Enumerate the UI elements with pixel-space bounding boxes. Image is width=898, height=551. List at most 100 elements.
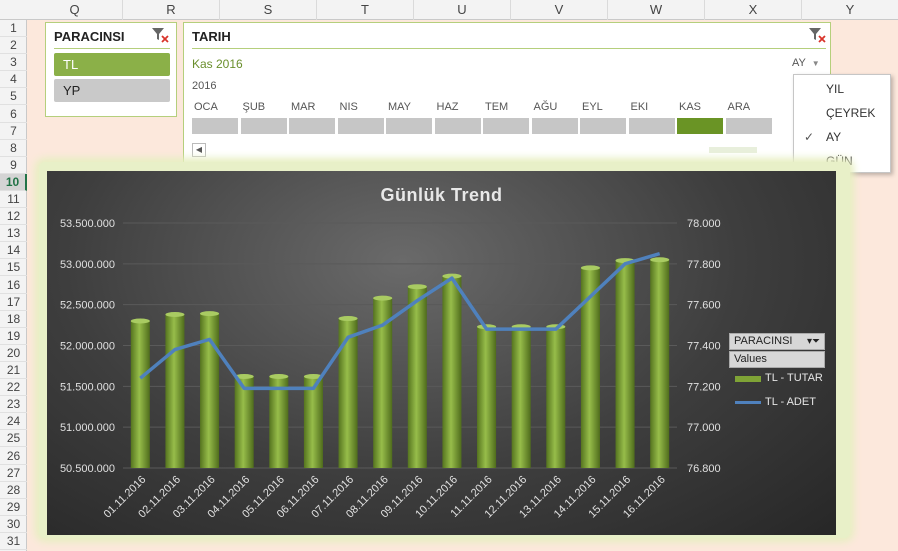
row-header-3[interactable]: 3 <box>0 54 27 72</box>
timeline-month-bar[interactable] <box>483 118 530 134</box>
column-header-r[interactable]: R <box>123 0 220 20</box>
row-header-29[interactable]: 29 <box>0 499 27 516</box>
bar <box>511 326 531 468</box>
row-header-18[interactable]: 18 <box>0 311 27 328</box>
legend-field-label: PARACINSI <box>734 335 793 347</box>
chart-title: Günlük Trend <box>380 185 503 205</box>
worksheet[interactable]: PARACINSI TL YP TARIH Kas 2016 AY ▼ 2016… <box>27 20 898 551</box>
clear-filter-icon[interactable] <box>150 26 170 44</box>
column-header-t[interactable]: T <box>317 0 414 20</box>
timeline-month-bar[interactable] <box>531 118 579 134</box>
row-header-14[interactable]: 14 <box>0 242 27 260</box>
row-header-17[interactable]: 17 <box>0 294 27 311</box>
timeline-month-bar[interactable] <box>434 118 482 134</box>
timeline-month-bar[interactable] <box>289 118 336 134</box>
slicer-divider <box>54 48 170 49</box>
timeline-month-label: ARA <box>727 101 751 113</box>
row-header-28[interactable]: 28 <box>0 482 27 499</box>
timeline-year-label: 2016 <box>192 80 217 92</box>
legend-field-button[interactable]: PARACINSI ▾⏷ <box>729 333 825 350</box>
timeline-month-bar[interactable] <box>192 118 239 134</box>
timeline-month-bar[interactable] <box>725 118 773 134</box>
legend-values-button[interactable]: Values <box>729 351 825 368</box>
row-header-30[interactable]: 30 <box>0 516 27 533</box>
row-header-10[interactable]: 10 <box>0 173 27 191</box>
scroll-left-icon[interactable]: ◀ <box>192 143 206 157</box>
row-header-9[interactable]: 9 <box>0 157 27 174</box>
row-header-5[interactable]: 5 <box>0 88 27 106</box>
clear-filter-icon[interactable] <box>807 26 827 44</box>
row-header-26[interactable]: 26 <box>0 448 27 465</box>
dropdown-item-ceyrek[interactable]: ÇEYREK <box>794 101 890 125</box>
dropdown-item-ay[interactable]: ✓ AY <box>794 125 890 149</box>
bar <box>477 326 497 468</box>
bar-top <box>130 318 150 324</box>
row-header-22[interactable]: 22 <box>0 379 27 397</box>
column-header-x[interactable]: X <box>705 0 802 20</box>
dropdown-item-yil[interactable]: YIL <box>794 77 890 101</box>
y-left-tick-label: 53.000.000 <box>60 259 115 271</box>
dropdown-item-label: YIL <box>826 82 845 96</box>
column-header-u[interactable]: U <box>414 0 511 20</box>
column-header-y[interactable]: Y <box>802 0 898 20</box>
row-header-2[interactable]: 2 <box>0 37 27 55</box>
row-header-23[interactable]: 23 <box>0 396 27 414</box>
y-right-tick-label: 78.000 <box>687 218 721 230</box>
paracinsi-slicer[interactable]: PARACINSI TL YP <box>45 22 177 117</box>
row-header-19[interactable]: 19 <box>0 328 27 345</box>
column-header-q[interactable]: Q <box>27 0 123 20</box>
bar <box>546 326 566 468</box>
dropdown-item-label: AY <box>826 130 842 144</box>
bar <box>407 286 427 468</box>
y-left-tick-label: 51.000.000 <box>60 422 115 434</box>
row-header-7[interactable]: 7 <box>0 123 27 140</box>
y-left-tick-label: 53.500.000 <box>60 218 115 230</box>
row-header-13[interactable]: 13 <box>0 225 27 243</box>
row-header-15[interactable]: 15 <box>0 259 27 277</box>
row-header-27[interactable]: 27 <box>0 465 27 482</box>
y-left-tick-label: 50.500.000 <box>60 463 115 475</box>
tarih-timeline[interactable]: TARIH Kas 2016 AY ▼ 2016 OCA ŞUB MAR NIS MAY… <box>183 22 831 165</box>
bar-top <box>407 284 427 290</box>
y-right-tick-label: 77.800 <box>687 259 721 271</box>
legend-label-tutar: TL - TUTAR <box>765 372 823 384</box>
timeline-month-label: EYL <box>582 101 603 113</box>
y-left-tick-label: 52.000.000 <box>60 341 115 353</box>
timeline-month-bar[interactable] <box>337 118 385 134</box>
timeline-scrollbar-thumb[interactable] <box>709 147 757 153</box>
row-header-4[interactable]: 4 <box>0 71 27 89</box>
time-level-dropdown[interactable]: YIL ÇEYREK ✓ AY GÜN <box>793 74 891 173</box>
gunluk-trend-chart[interactable]: 50.500.000 51.000.000 51.500.000 52.000.000… <box>47 171 836 535</box>
row-header-1[interactable]: 1 <box>0 20 27 38</box>
timeline-month-label: MAR <box>291 101 316 113</box>
y-left-tick-label: 51.500.000 <box>60 381 115 393</box>
timeline-month-bar[interactable] <box>240 118 288 134</box>
row-header-16[interactable]: 16 <box>0 277 27 294</box>
timeline-month-label: HAZ <box>436 101 459 113</box>
timeline-month-bar[interactable] <box>386 118 433 134</box>
slicer-item-yp[interactable]: YP <box>54 79 170 102</box>
row-header-12[interactable]: 12 <box>0 208 27 226</box>
row-header-31[interactable]: 31 <box>0 533 27 551</box>
timeline-month-bar[interactable] <box>628 118 676 134</box>
bar <box>269 376 289 468</box>
row-header-6[interactable]: 6 <box>0 106 27 123</box>
row-header-20[interactable]: 20 <box>0 345 27 362</box>
slicer-item-tl[interactable]: TL <box>54 53 170 76</box>
row-header-21[interactable]: 21 <box>0 362 27 380</box>
column-header-w[interactable]: W <box>608 0 705 20</box>
timeline-level-select[interactable]: AY ▼ <box>792 57 820 69</box>
row-header-8[interactable]: 8 <box>0 140 27 157</box>
column-header-v[interactable]: V <box>511 0 608 20</box>
row-header-11[interactable]: 11 <box>0 191 27 209</box>
timeline-month-label: KAS <box>679 101 702 113</box>
timeline-month-bar[interactable] <box>580 118 627 134</box>
row-header-24[interactable]: 24 <box>0 413 27 431</box>
bar-top <box>200 311 220 317</box>
timeline-month-label: ŞUB <box>242 101 266 113</box>
bar-top <box>338 316 358 322</box>
timeline-month-bar[interactable] <box>677 118 724 134</box>
row-header-25[interactable]: 25 <box>0 430 27 448</box>
timeline-month-label: TEM <box>485 101 509 113</box>
column-header-s[interactable]: S <box>220 0 317 20</box>
